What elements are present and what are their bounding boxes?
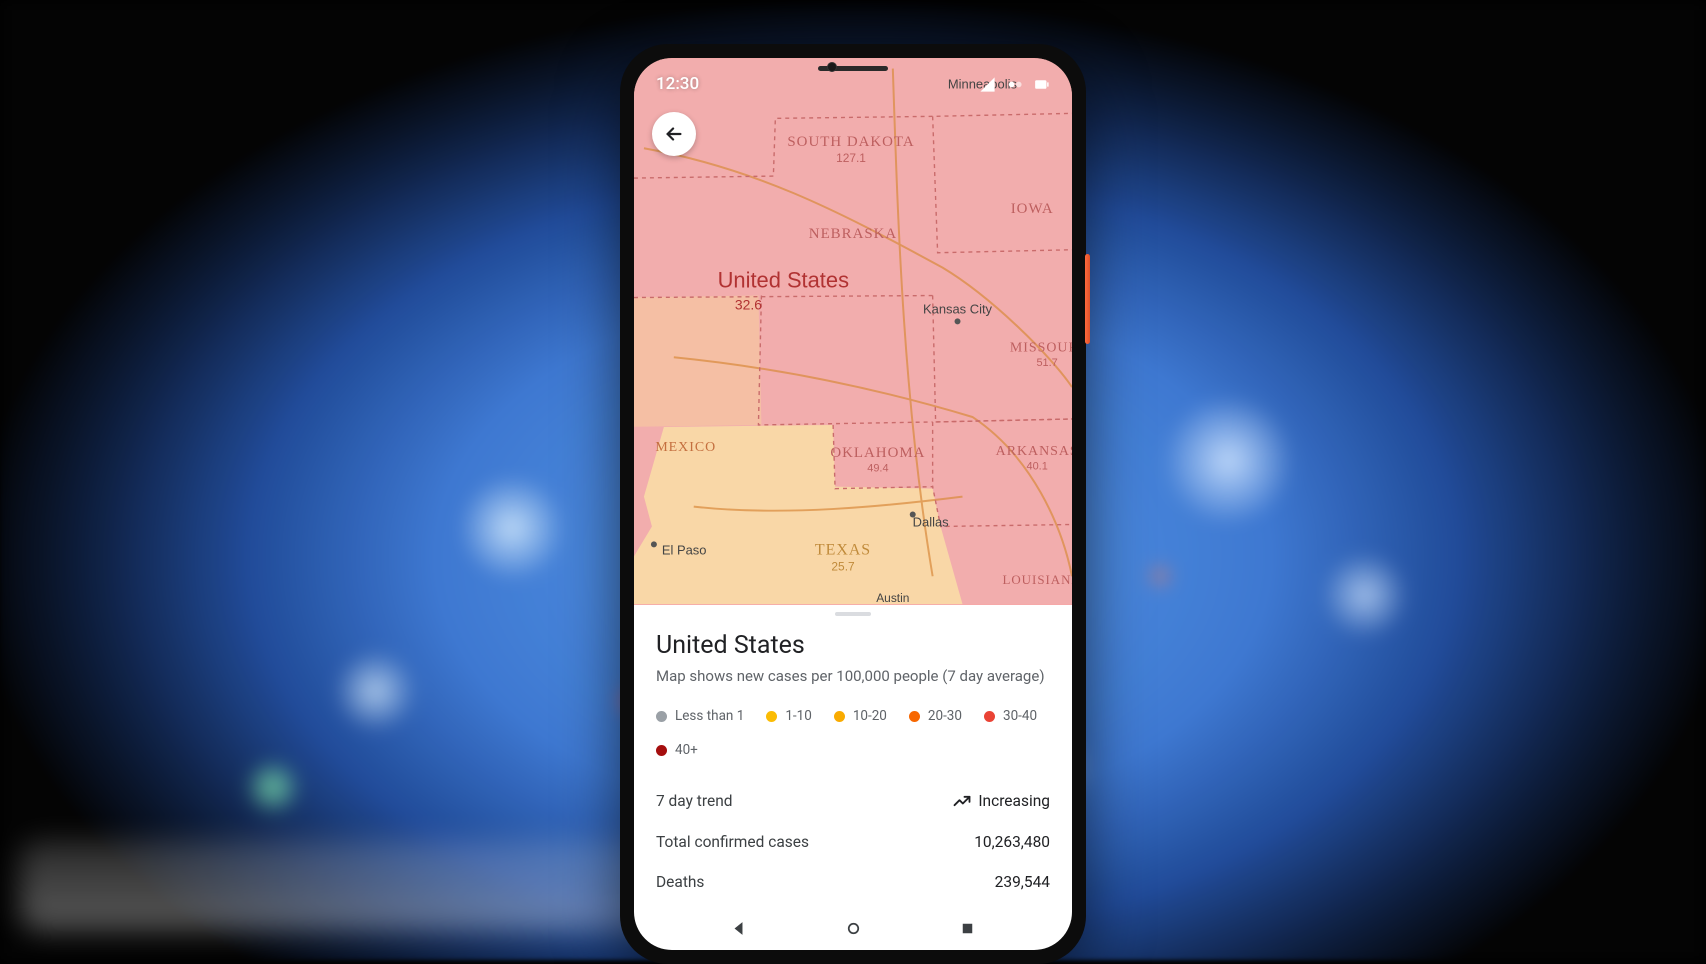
legend-label: 40+	[675, 742, 698, 758]
sheet-title: United States	[656, 631, 1050, 660]
trend-label: 7 day trend	[656, 792, 733, 810]
state-nebraska: NEBRASKA	[809, 226, 897, 242]
state-south-dakota-value: 127.1	[836, 151, 866, 165]
nav-back-icon[interactable]	[729, 919, 748, 938]
info-sheet[interactable]: United States Map shows new cases per 10…	[634, 605, 1072, 950]
arrow-left-icon	[663, 123, 685, 145]
legend-dot	[834, 711, 845, 722]
confirmed-value: 10,263,480	[974, 833, 1050, 851]
state-oklahoma: OKLAHOMA	[830, 445, 925, 461]
battery-icon	[1033, 76, 1050, 93]
legend-label: 1-10	[785, 708, 812, 724]
city-el-paso: El Paso	[662, 542, 707, 557]
sheet-subtitle: Map shows new cases per 100,000 people (…	[656, 666, 1050, 686]
legend-label: Less than 1	[675, 708, 744, 724]
nav-home-icon[interactable]	[844, 919, 863, 938]
legend-item: 20-30	[909, 708, 962, 724]
city-dallas: Dallas	[913, 514, 949, 529]
signal-icon	[979, 76, 996, 93]
legend-item: 30-40	[984, 708, 1037, 724]
legend-item: 10-20	[834, 708, 887, 724]
legend-label: 20-30	[928, 708, 962, 724]
nav-recent-icon[interactable]	[958, 919, 977, 938]
city-kansas-city: Kansas City	[923, 301, 993, 316]
trend-value: Increasing	[978, 792, 1050, 810]
android-nav-bar	[634, 906, 1072, 950]
state-arkansas-value: 40.1	[1027, 461, 1048, 473]
state-texas: TEXAS	[815, 541, 871, 558]
stat-confirmed: Total confirmed cases 10,263,480	[656, 822, 1050, 862]
phone-screen: Minneapolis SOUTH DAKOTA 127.1 IOWA NEBR…	[634, 58, 1072, 950]
wifi-icon	[1006, 76, 1023, 93]
status-time: 12:30	[656, 74, 699, 94]
legend-dot	[656, 745, 667, 756]
confirmed-label: Total confirmed cases	[656, 833, 809, 851]
map-view[interactable]: Minneapolis SOUTH DAKOTA 127.1 IOWA NEBR…	[634, 58, 1072, 605]
country-value: 32.6	[735, 296, 762, 312]
back-button[interactable]	[652, 112, 696, 156]
status-bar: 12:30	[634, 68, 1072, 94]
stat-trend: 7 day trend Increasing	[656, 780, 1050, 822]
state-iowa: IOWA	[1011, 201, 1054, 217]
deaths-value: 239,544	[995, 873, 1050, 891]
state-arkansas: ARKANSAS	[996, 444, 1072, 459]
stats: 7 day trend Increasing Total confirmed c…	[656, 780, 1050, 902]
state-texas-value: 25.7	[831, 559, 855, 573]
trending-up-icon	[952, 791, 972, 811]
phone-frame: Minneapolis SOUTH DAKOTA 127.1 IOWA NEBR…	[620, 44, 1086, 964]
deaths-label: Deaths	[656, 873, 704, 891]
phone-camera	[827, 62, 837, 72]
legend-dot	[766, 711, 777, 722]
sheet-handle[interactable]	[835, 612, 871, 616]
legend-item: 40+	[656, 742, 698, 758]
state-louisiana: LOUISIANA	[1002, 572, 1072, 587]
stat-deaths: Deaths 239,544	[656, 862, 1050, 902]
city-austin: Austin	[876, 591, 909, 605]
power-button	[1085, 254, 1090, 344]
legend-dot	[909, 711, 920, 722]
state-oklahoma-value: 49.4	[867, 463, 888, 475]
legend-item: Less than 1	[656, 708, 744, 724]
country-label: United States	[718, 268, 849, 293]
legend-label: 10-20	[853, 708, 887, 724]
map-svg: Minneapolis SOUTH DAKOTA 127.1 IOWA NEBR…	[634, 58, 1072, 605]
legend-dot	[984, 711, 995, 722]
state-south-dakota: SOUTH DAKOTA	[787, 134, 914, 150]
legend-item: 1-10	[766, 708, 812, 724]
legend-label: 30-40	[1003, 708, 1037, 724]
state-missouri: MISSOURI	[1010, 340, 1072, 355]
legend: Less than 1 1-10 10-20 20-30 30-40 40+	[656, 708, 1050, 758]
legend-dot	[656, 711, 667, 722]
state-missouri-value: 51.7	[1036, 357, 1057, 369]
state-new-mexico: MEXICO	[655, 440, 716, 455]
